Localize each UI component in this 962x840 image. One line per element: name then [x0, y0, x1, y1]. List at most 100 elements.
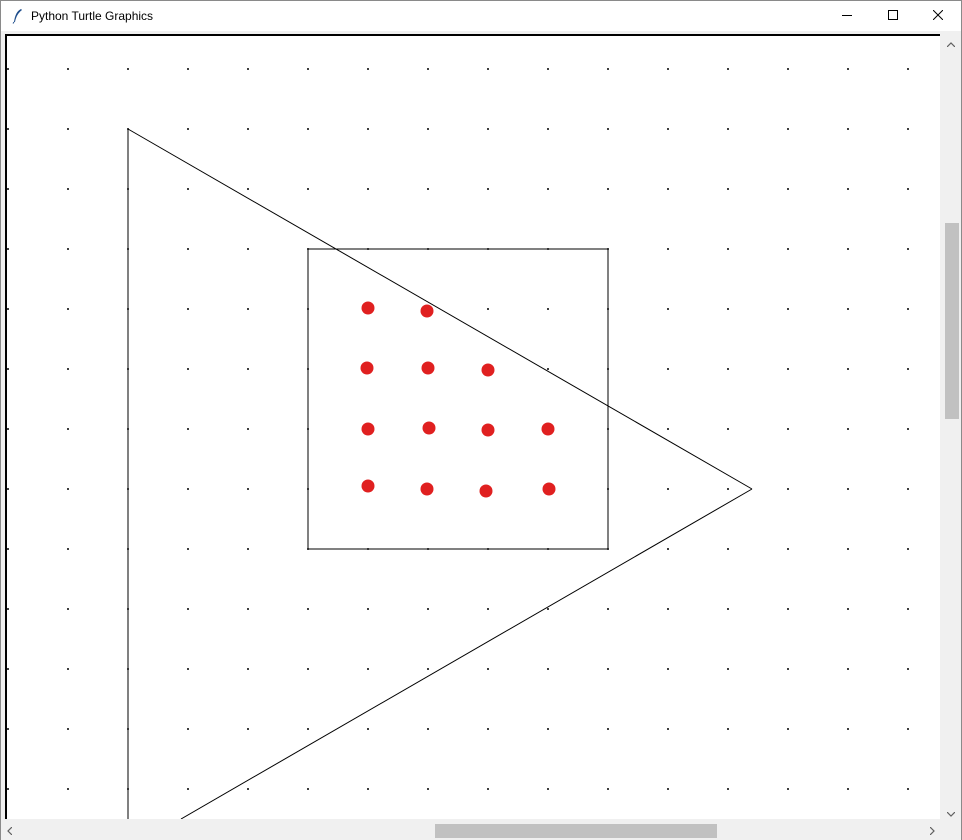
scroll-up-button[interactable]: [942, 34, 959, 51]
grid-dot: [67, 608, 69, 610]
grid-dot: [547, 368, 549, 370]
grid-dot: [127, 68, 129, 70]
grid-dot: [667, 368, 669, 370]
grid-dot: [307, 68, 309, 70]
grid-dot: [727, 668, 729, 670]
triangle-lower-edge: [180, 488, 753, 819]
grid-dot: [247, 788, 249, 790]
grid-dot: [67, 368, 69, 370]
grid-dot: [307, 608, 309, 610]
grid-dot: [667, 128, 669, 130]
title-bar[interactable]: Python Turtle Graphics: [1, 1, 961, 31]
grid-dot: [727, 68, 729, 70]
grid-dot: [7, 128, 9, 130]
grid-dot: [667, 548, 669, 550]
grid-dot: [187, 488, 189, 490]
grid-dot: [487, 308, 489, 310]
chevron-down-icon: [946, 804, 955, 822]
grid-dot: [187, 188, 189, 190]
grid-dot: [727, 308, 729, 310]
grid-dot: [7, 308, 9, 310]
grid-dot: [847, 188, 849, 190]
grid-dot: [427, 128, 429, 130]
grid-dot: [487, 68, 489, 70]
grid-dot: [787, 68, 789, 70]
grid-dot: [7, 728, 9, 730]
grid-dot: [787, 248, 789, 250]
grid-dot: [847, 128, 849, 130]
grid-dot: [787, 488, 789, 490]
grid-dot: [907, 128, 909, 130]
grid-dot: [847, 368, 849, 370]
vertical-scrollbar[interactable]: [941, 34, 961, 819]
grid-dot: [787, 188, 789, 190]
grid-dot: [547, 728, 549, 730]
scroll-left-button[interactable]: [1, 822, 18, 839]
grid-dot: [667, 728, 669, 730]
grid-dot: [547, 68, 549, 70]
red-dot: [361, 301, 375, 315]
grid-dot: [307, 668, 309, 670]
grid-dot: [487, 188, 489, 190]
close-button[interactable]: [915, 1, 961, 31]
grid-dot: [367, 128, 369, 130]
grid-dot: [247, 488, 249, 490]
grid-dot: [847, 728, 849, 730]
grid-dot: [607, 728, 609, 730]
grid-dot: [187, 68, 189, 70]
grid-dot: [727, 188, 729, 190]
triangle-upper-edge: [127, 128, 753, 490]
grid-dot: [907, 728, 909, 730]
grid-dot: [607, 608, 609, 610]
grid-dot: [247, 548, 249, 550]
grid-dot: [847, 488, 849, 490]
grid-dot: [67, 788, 69, 790]
grid-dot: [7, 488, 9, 490]
red-dot: [542, 482, 556, 496]
grid-dot: [547, 188, 549, 190]
grid-dot: [607, 68, 609, 70]
grid-dot: [67, 488, 69, 490]
scroll-down-button[interactable]: [942, 804, 959, 821]
grid-dot: [247, 608, 249, 610]
grid-dot: [787, 368, 789, 370]
grid-dot: [847, 248, 849, 250]
grid-dot: [307, 128, 309, 130]
grid-dot: [307, 188, 309, 190]
scrollbar-corner: [941, 820, 961, 840]
grid-dot: [787, 608, 789, 610]
grid-dot: [187, 128, 189, 130]
feather-icon: [11, 8, 25, 24]
grid-dot: [667, 248, 669, 250]
grid-dot: [847, 428, 849, 430]
grid-dot: [787, 788, 789, 790]
grid-dot: [187, 668, 189, 670]
grid-dot: [187, 608, 189, 610]
grid-dot: [487, 788, 489, 790]
maximize-button[interactable]: [870, 1, 916, 31]
grid-dot: [727, 428, 729, 430]
minimize-button[interactable]: [824, 1, 870, 31]
grid-dot: [727, 788, 729, 790]
grid-dot: [187, 728, 189, 730]
grid-dot: [247, 428, 249, 430]
grid-dot: [427, 68, 429, 70]
grid-dot: [667, 188, 669, 190]
horizontal-scrollbar[interactable]: [1, 820, 941, 840]
grid-dot: [7, 668, 9, 670]
vertical-scroll-thumb[interactable]: [945, 223, 959, 419]
grid-dot: [367, 608, 369, 610]
grid-dot: [187, 368, 189, 370]
horizontal-scroll-thumb[interactable]: [435, 824, 717, 838]
grid-dot: [247, 308, 249, 310]
grid-dot: [907, 308, 909, 310]
red-dot: [481, 363, 495, 377]
grid-dot: [427, 788, 429, 790]
grid-dot: [547, 128, 549, 130]
turtle-canvas[interactable]: [5, 34, 940, 819]
grid-dot: [787, 428, 789, 430]
grid-dot: [607, 128, 609, 130]
grid-dot: [187, 548, 189, 550]
grid-dot: [247, 668, 249, 670]
scroll-right-button[interactable]: [924, 822, 941, 839]
